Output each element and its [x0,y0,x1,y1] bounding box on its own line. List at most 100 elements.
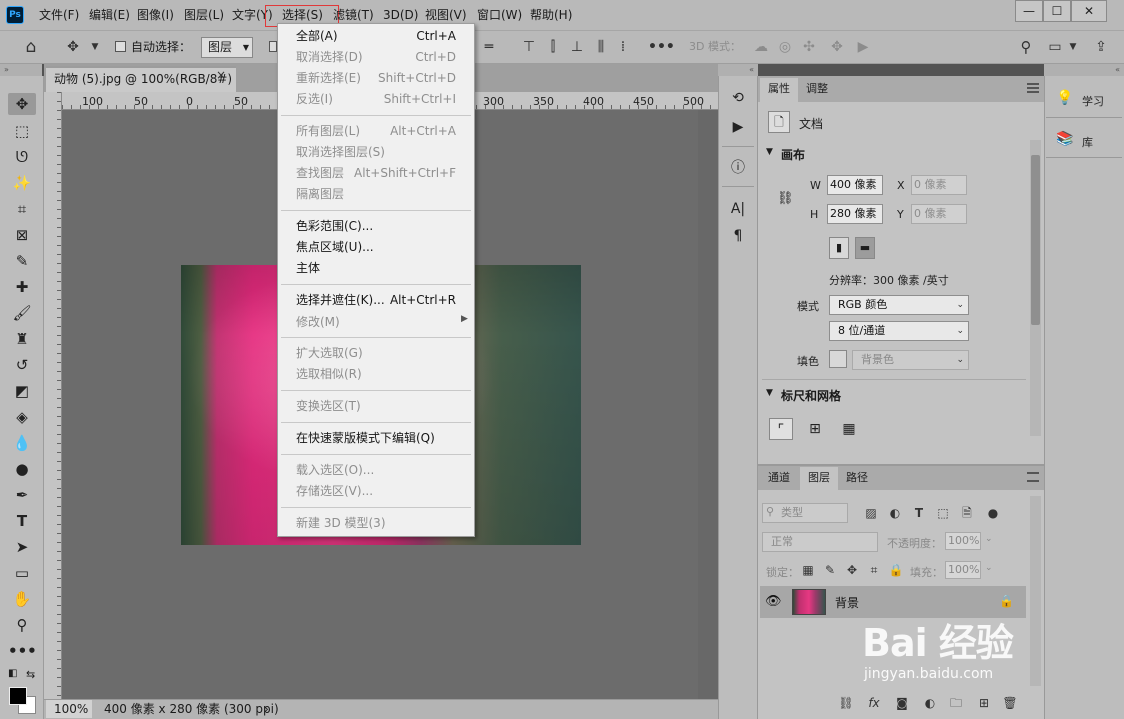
grid-toggle-icon[interactable]: ⊞ [803,418,827,440]
menu-3d[interactable]: 3D(D) [382,6,419,24]
menu-item-deselect-layers[interactable]: 取消选择图层(S) [296,144,385,160]
marquee-tool-icon[interactable]: ⬚ [8,120,36,142]
share-icon[interactable]: ⇪ [1092,38,1110,56]
lock-pixels-icon[interactable]: ✎ [822,561,838,579]
lock-position-icon[interactable]: ✥ [844,561,860,579]
maximize-button[interactable]: ☐ [1043,0,1071,22]
tab-channels[interactable]: 通道 [760,467,798,490]
chevron-down-icon[interactable]: ▼ [766,147,773,157]
menu-help[interactable]: 帮助(H) [529,6,573,24]
workspace-icon[interactable]: ▭ [1046,38,1064,56]
close-tab-icon[interactable]: × [216,68,226,82]
3d-roll-icon[interactable]: ◎ [776,38,794,56]
move-tool-icon[interactable]: ✥ [64,38,82,56]
zoom-level-field[interactable]: 100% [46,700,92,718]
menu-item-load-selection[interactable]: 载入选区(O)... [296,462,374,478]
fill-select[interactable]: 背景色 ⌄ [852,350,969,370]
shape-filter-icon[interactable]: ⬚ [934,503,952,523]
actions-panel-icon[interactable]: ▶ [726,115,750,139]
panel-menu-icon[interactable] [1027,472,1039,482]
brush-tool-icon[interactable]: 🖌 [8,302,36,324]
menu-item-transform-selection[interactable]: 变换选区(T) [296,398,361,414]
clone-stamp-tool-icon[interactable]: ♜ [8,328,36,350]
menu-item-find-layers[interactable]: 查找图层 [296,165,344,181]
3d-camera-icon[interactable]: ▶ [854,38,872,56]
lock-all-icon[interactable]: 🔒 [888,561,904,579]
rulers-grid-section-title[interactable]: 标尺和网格 [781,387,841,404]
foreground-color-swatch[interactable] [9,687,27,705]
link-icon[interactable]: ⛓ [777,191,794,206]
vertical-ruler[interactable] [44,92,62,699]
dodge-tool-icon[interactable]: ● [8,458,36,480]
layer-thumbnail[interactable] [792,589,826,615]
properties-scrollbar-thumb[interactable] [1031,155,1040,325]
canvas-section-title[interactable]: 画布 [781,146,805,163]
new-layer-icon[interactable]: ⊞ [974,694,994,712]
swap-colors-icon[interactable]: ⇆ [26,668,35,681]
document-tab[interactable]: 动物 (5).jpg @ 100%(RGB/8#) [46,66,236,92]
menu-item-deselect[interactable]: 取消选择(D) [296,49,363,65]
3d-slide-icon[interactable]: ✥ [828,38,846,56]
3d-pan-icon[interactable]: ✣ [800,38,818,56]
menu-item-color-range[interactable]: 色彩范围(C)... [296,218,373,234]
menu-item-modify[interactable]: 修改(M) [296,314,340,330]
healing-brush-tool-icon[interactable]: ✚ [8,276,36,298]
layers-scrollbar[interactable] [1030,496,1041,686]
menu-layer[interactable]: 图层(L) [183,6,225,24]
home-icon[interactable]: ⌂ [22,38,40,56]
crop-tool-icon[interactable]: ⌗ [8,198,36,220]
chevron-down-icon[interactable]: ▼ [86,38,104,56]
menu-item-all-layers[interactable]: 所有图层(L) [296,123,360,139]
adjustment-filter-icon[interactable]: ◐ [886,503,904,523]
pen-tool-icon[interactable]: ✒ [8,484,36,506]
tab-adjustments[interactable]: 调整 [798,78,836,102]
hand-tool-icon[interactable]: ✋ [8,588,36,610]
minimize-button[interactable]: — [1015,0,1043,22]
chevron-down-icon[interactable]: ▼ [766,388,773,398]
move-tool-icon[interactable]: ✥ [8,93,36,115]
menu-item-new-3d-model[interactable]: 新建 3D 模型(3) [296,515,386,531]
align-icon[interactable]: ═ [480,38,498,56]
menu-view[interactable]: 视图(V) [424,6,468,24]
close-button[interactable]: ✕ [1071,0,1107,22]
fill-color-swatch[interactable] [829,350,847,368]
add-mask-icon[interactable]: ◙ [892,694,912,712]
y-field[interactable]: 0 像素 [911,204,967,224]
layer-filter-select[interactable]: 类型 [762,503,848,523]
path-selection-tool-icon[interactable]: ➤ [8,536,36,558]
portrait-orientation-icon[interactable]: ▮ [829,237,849,259]
zoom-tool-icon[interactable]: ⚲ [8,614,36,636]
distribute-h-icon[interactable]: ⁞ [614,38,632,56]
delete-layer-icon[interactable]: 🗑 [1000,694,1020,712]
menu-item-reselect[interactable]: 重新选择(E) [296,70,361,86]
type-tool-icon[interactable]: T [8,510,36,532]
menu-item-quick-mask[interactable]: 在快速蒙版模式下编辑(Q) [296,430,435,446]
fill-opacity-field[interactable]: 100% [945,561,981,579]
menu-item-select-and-mask[interactable]: 选择并遮住(K)... [296,292,385,308]
new-group-icon[interactable]: 🗀 [946,694,966,712]
opacity-field[interactable]: 100% [945,532,981,550]
info-panel-icon[interactable]: ⓘ [726,156,750,180]
lock-transparent-icon[interactable]: ▦ [800,561,816,579]
auto-select-target-dropdown[interactable]: 图层 ▼ [201,37,253,58]
align-bottom-icon[interactable]: ⊥ [568,38,586,56]
layer-lock-icon[interactable]: 🔒 [999,594,1014,608]
layer-name[interactable]: 背景 [835,594,859,611]
menu-item-inverse[interactable]: 反选(I) [296,91,333,107]
collapse-panels-icon[interactable]: « [718,64,758,76]
menu-window[interactable]: 窗口(W) [476,6,523,24]
rectangle-tool-icon[interactable]: ▭ [8,562,36,584]
transform-controls-checkbox[interactable] [269,41,277,52]
magic-wand-tool-icon[interactable]: ✨ [8,172,36,194]
tab-layers[interactable]: 图层 [800,467,838,490]
color-mode-select[interactable]: RGB 颜色 ⌄ [829,295,969,315]
eyedropper-tool-icon[interactable]: ✎ [8,250,36,272]
eye-icon[interactable]: 👁 [765,594,782,609]
menu-filter[interactable]: 滤镜(T) [332,6,375,24]
filter-toggle-icon[interactable]: ● [984,503,1002,523]
menu-file[interactable]: 文件(F) [38,6,80,24]
menu-item-subject[interactable]: 主体 [296,260,320,276]
lasso-tool-icon[interactable]: ᘎ [8,146,36,168]
type-filter-icon[interactable]: T [910,503,928,523]
edit-toolbar-icon[interactable]: ••• [8,640,37,662]
